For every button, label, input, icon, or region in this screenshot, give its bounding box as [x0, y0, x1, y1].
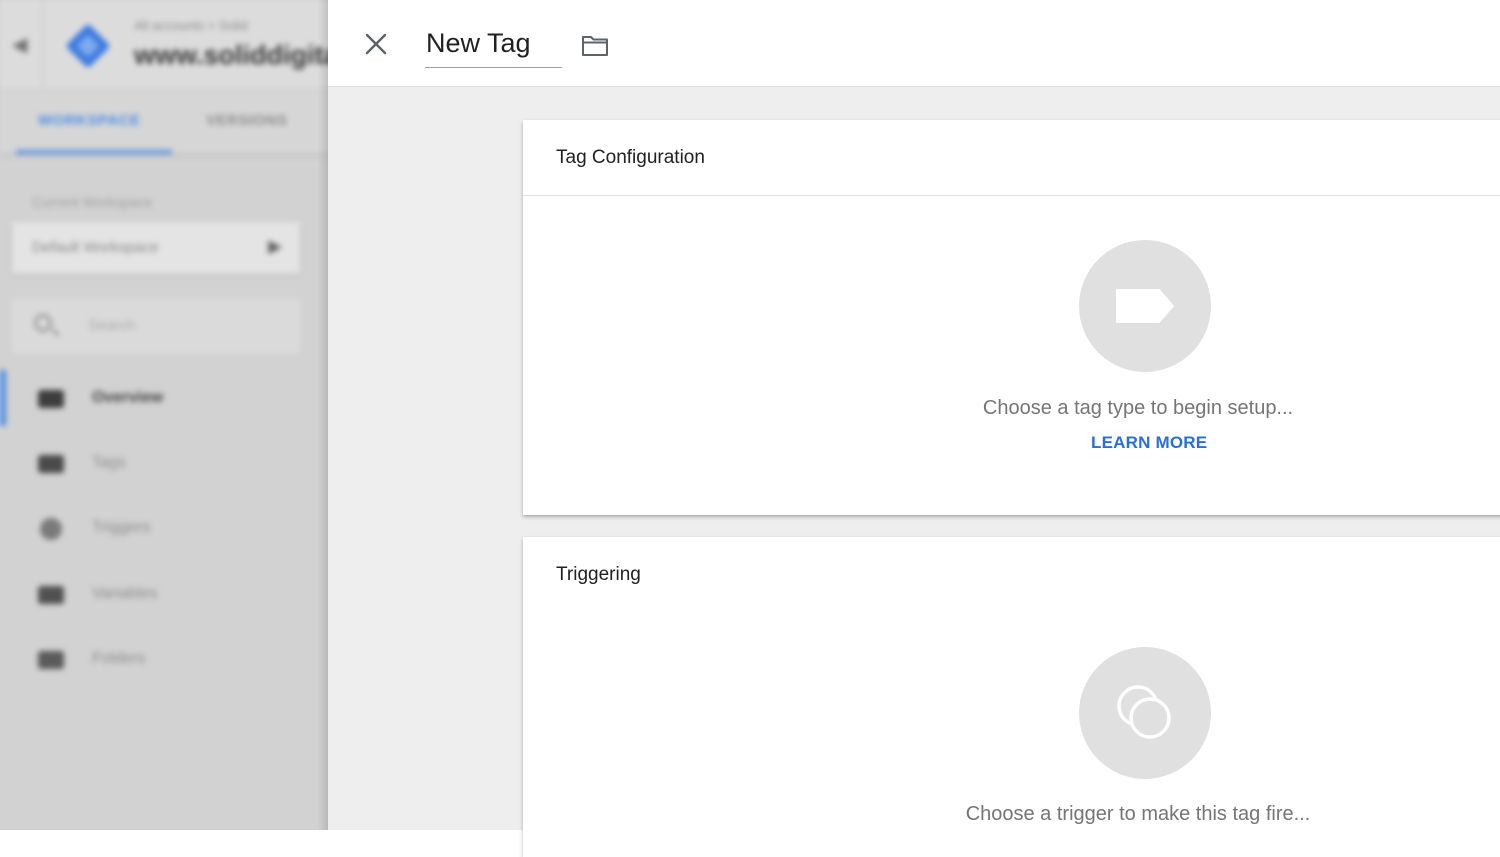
panel-header [328, 0, 1500, 87]
learn-more-link[interactable]: LEARN MORE [1091, 433, 1207, 453]
folder-icon [582, 36, 608, 56]
background-app: ◀ All accounts > Solid www.soliddigital.… [0, 0, 330, 830]
trigger-icon [1117, 685, 1171, 739]
folder-button[interactable] [580, 30, 610, 60]
search-icon [34, 314, 52, 332]
sidebar-item-label: Triggers [92, 519, 151, 536]
new-tag-panel: Tag Configuration Choose a tag type to b… [328, 0, 1500, 857]
sidebar-item-variables[interactable]: Variables [0, 574, 330, 614]
trigger-icon [40, 518, 62, 540]
sidebar-item-tags[interactable]: Tags [0, 443, 330, 483]
tag-name-input[interactable] [425, 24, 562, 68]
close-icon [365, 33, 387, 55]
header-divider [42, 0, 43, 88]
card-title: Triggering [556, 564, 641, 585]
folder-icon [38, 651, 64, 669]
tag-type-hint-text: Choose a tag type to begin setup... [982, 397, 1294, 419]
sidebar-item-triggers[interactable]: Triggers [0, 508, 330, 548]
active-tab-indicator [16, 150, 172, 154]
sidebar-item-label: Overview [92, 389, 164, 406]
workspace-selector[interactable]: Default Workspace ▶ [12, 222, 300, 274]
sidebar-item-overview[interactable]: Overview [0, 378, 330, 418]
search-placeholder: Search [88, 317, 136, 334]
back-arrow-icon[interactable]: ◀ [12, 32, 27, 57]
triggering-card[interactable]: Triggering Choose a trigger to make this… [523, 537, 1500, 857]
sidebar-item-label: Folders [92, 650, 146, 667]
trigger-hint: Choose a trigger to make this tag fire..… [523, 803, 1500, 826]
tab-workspace[interactable]: WORKSPACE [38, 112, 141, 129]
tag-icon [38, 455, 64, 473]
search-input[interactable]: Search [12, 298, 300, 354]
sidebar-item-label: Tags [92, 454, 126, 471]
close-button[interactable] [358, 26, 394, 62]
chevron-right-icon: ▶ [268, 236, 282, 256]
container-name[interactable]: www.soliddigital.com [134, 40, 330, 71]
variable-icon [38, 586, 64, 604]
workspace-name: Default Workspace [32, 239, 159, 256]
overview-icon [38, 390, 64, 408]
sidebar-item-folders[interactable]: Folders [0, 639, 330, 679]
choose-tag-type-button[interactable] [1079, 240, 1211, 372]
card-divider [523, 195, 1500, 196]
tag-icon [1116, 289, 1174, 323]
background-blur-layer: ◀ All accounts > Solid www.soliddigital.… [0, 0, 330, 830]
tag-type-hint: Choose a tag type to begin setup... [523, 397, 1500, 420]
trigger-hint-text: Choose a trigger to make this tag fire..… [965, 803, 1311, 825]
tab-versions[interactable]: VERSIONS [206, 112, 288, 129]
card-title: Tag Configuration [556, 147, 705, 168]
tab-bar: WORKSPACE VERSIONS [0, 90, 330, 156]
choose-trigger-button[interactable] [1079, 647, 1211, 779]
app-header: ◀ All accounts > Solid www.soliddigital.… [0, 0, 330, 90]
tag-configuration-card[interactable]: Tag Configuration Choose a tag type to b… [523, 120, 1500, 515]
workspace-label: Current Workspace [32, 194, 153, 210]
account-breadcrumb[interactable]: All accounts > Solid [134, 18, 248, 33]
sidebar-item-label: Variables [92, 585, 158, 602]
